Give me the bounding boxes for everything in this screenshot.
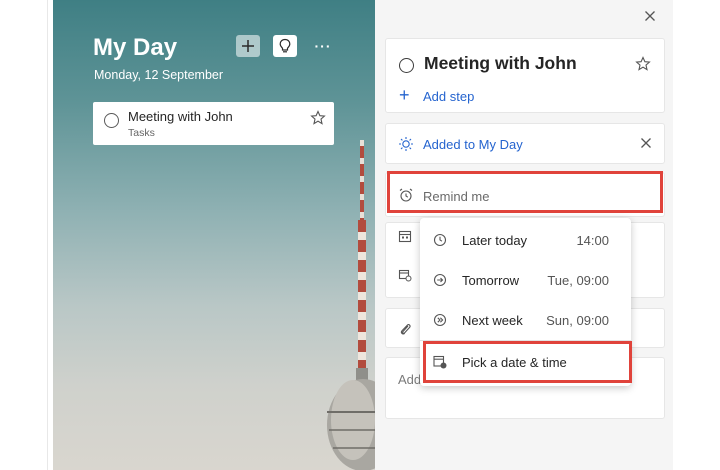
menu-item-label: Later today	[462, 233, 528, 248]
complete-task-checkbox[interactable]	[104, 113, 119, 128]
menu-item-tomorrow[interactable]: Tomorrow Tue, 09:00	[420, 260, 631, 300]
plus-icon: +	[399, 85, 410, 105]
suggestions-button[interactable]	[273, 35, 297, 57]
complete-task-checkbox[interactable]	[399, 58, 414, 73]
plus-icon	[242, 40, 254, 52]
menu-item-time: Tue, 09:00	[547, 273, 609, 288]
task-list-name: Tasks	[128, 127, 155, 139]
close-detail-icon[interactable]	[644, 10, 656, 22]
page-title: My Day	[93, 34, 178, 61]
detail-task-title[interactable]: Meeting with John	[424, 53, 577, 74]
double-chevron-circle-icon	[433, 313, 447, 327]
calendar-icon[interactable]	[398, 229, 412, 243]
add-step-button[interactable]: Add step	[423, 89, 474, 104]
page-date: Monday, 12 September	[94, 68, 224, 82]
lightbulb-icon	[279, 38, 291, 53]
menu-item-label: Tomorrow	[462, 273, 520, 288]
paperclip-icon	[400, 324, 411, 335]
more-label: ···	[314, 38, 332, 54]
menu-item-next-week[interactable]: Next week Sun, 09:00	[420, 300, 631, 340]
menu-item-later-today[interactable]: Later today 14:00	[420, 220, 631, 260]
task-list-item[interactable]: Meeting with John Tasks	[93, 102, 334, 145]
pick-date-highlight	[423, 341, 632, 383]
menu-item-time: 14:00	[576, 233, 609, 248]
arrow-right-circle-icon	[433, 273, 447, 287]
sun-icon	[399, 137, 413, 151]
my-day-pane: My Day Monday, 12 September ··· Meeting …	[53, 0, 375, 470]
clock-icon	[433, 233, 447, 247]
menu-item-time: Sun, 09:00	[546, 313, 609, 328]
task-title-card: Meeting with John + Add step	[385, 38, 665, 113]
menu-item-label: Next week	[462, 313, 523, 328]
window-edge	[47, 0, 48, 470]
added-to-my-day-label: Added to My Day	[423, 137, 523, 152]
task-title: Meeting with John	[128, 109, 233, 124]
added-to-my-day-row[interactable]: Added to My Day	[385, 123, 665, 164]
todo-app-window: My Day Monday, 12 September ··· Meeting …	[0, 0, 720, 470]
star-icon[interactable]	[635, 56, 651, 72]
remove-from-my-day-icon[interactable]	[640, 137, 652, 149]
add-task-button[interactable]	[236, 35, 260, 57]
more-options-button[interactable]: ···	[311, 35, 335, 57]
repeat-icon[interactable]	[398, 268, 412, 282]
remind-me-highlight	[387, 171, 663, 213]
star-icon[interactable]	[310, 110, 326, 126]
